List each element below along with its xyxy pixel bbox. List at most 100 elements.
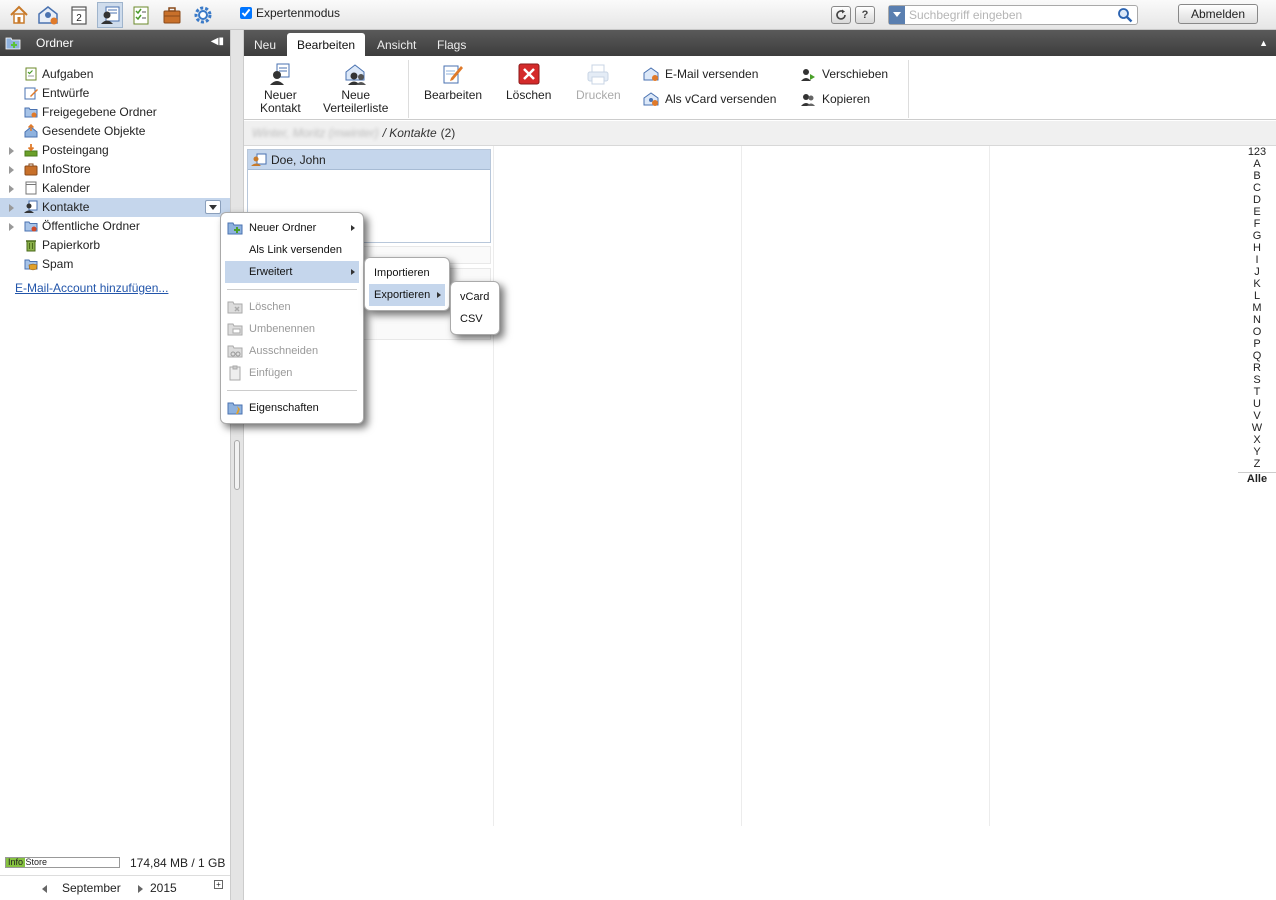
splitter-grip[interactable]	[234, 440, 240, 490]
expand-calendar-icon[interactable]: +	[214, 880, 223, 889]
folder-aufgaben[interactable]: Aufgaben	[0, 65, 230, 84]
expert-mode-checkbox[interactable]	[240, 7, 252, 19]
menu-paste[interactable]: Einfügen	[225, 362, 359, 384]
alpha-b[interactable]: B	[1238, 170, 1276, 182]
search-icon[interactable]	[1117, 7, 1133, 23]
mini-calendar-month[interactable]: September	[62, 881, 121, 895]
add-email-account-link[interactable]: E-Mail-Account hinzufügen...	[15, 281, 168, 295]
new-distribution-list-button[interactable]: Neue Verteilerliste	[323, 62, 388, 115]
alpha-all[interactable]: Alle	[1238, 472, 1276, 485]
mail-icon[interactable]	[35, 2, 61, 28]
move-button[interactable]: Verschieben	[800, 66, 888, 82]
send-email-button[interactable]: E-Mail versenden	[643, 66, 758, 82]
folder-entwuerfe[interactable]: Entwürfe	[0, 84, 230, 103]
calendar-icon[interactable]: 2	[66, 2, 92, 28]
alpha-o[interactable]: O	[1238, 326, 1276, 338]
tasks-icon[interactable]	[128, 2, 154, 28]
calendar-day-number: 2	[76, 13, 82, 24]
alpha-z[interactable]: Z	[1238, 458, 1276, 470]
menu-export-vcard[interactable]: vCard	[455, 286, 495, 308]
send-vcard-button[interactable]: Als vCard versenden	[643, 91, 776, 107]
new-folder-icon[interactable]	[5, 35, 21, 50]
menu-cut[interactable]: Ausschneiden	[225, 340, 359, 362]
alpha-e[interactable]: E	[1238, 206, 1276, 218]
folder-kontakte[interactable]: Kontakte	[0, 198, 230, 217]
tab-neu[interactable]: Neu	[244, 33, 286, 56]
collapse-sidebar-icon[interactable]: ◀▮	[211, 36, 224, 47]
alpha-w[interactable]: W	[1238, 422, 1276, 434]
menu-advanced[interactable]: Erweitert	[225, 261, 359, 283]
alpha-h[interactable]: H	[1238, 242, 1276, 254]
refresh-button[interactable]	[831, 6, 851, 24]
search-input[interactable]	[905, 8, 1117, 22]
folder-spam[interactable]: Spam	[0, 255, 230, 274]
folder-options-dropdown[interactable]	[205, 200, 221, 214]
folder-infostore[interactable]: InfoStore	[0, 160, 230, 179]
alpha-n[interactable]: N	[1238, 314, 1276, 326]
mini-calendar-year[interactable]: 2015	[150, 881, 177, 895]
alpha-y[interactable]: Y	[1238, 446, 1276, 458]
alpha-a[interactable]: A	[1238, 158, 1276, 170]
alpha-f[interactable]: F	[1238, 218, 1276, 230]
alpha-i[interactable]: I	[1238, 254, 1276, 266]
settings-icon[interactable]	[190, 2, 216, 28]
alpha-j[interactable]: J	[1238, 266, 1276, 278]
collapse-ribbon-icon[interactable]: ▲	[1259, 38, 1268, 48]
folder-posteingang[interactable]: Posteingang	[0, 141, 230, 160]
folder-oeffentliche-ordner[interactable]: Öffentliche Ordner	[0, 217, 230, 236]
folder-freigegebene-ordner[interactable]: Freigegebene Ordner	[0, 103, 230, 122]
logout-button[interactable]: Abmelden	[1178, 4, 1258, 24]
alpha-p[interactable]: P	[1238, 338, 1276, 350]
help-button[interactable]: ?	[855, 6, 875, 24]
alpha-t[interactable]: T	[1238, 386, 1276, 398]
menu-rename[interactable]: Umbenennen	[225, 318, 359, 340]
inbox-icon	[24, 144, 38, 157]
expand-arrow-icon[interactable]	[9, 146, 15, 155]
contact-card-header[interactable]: Doe, John	[248, 150, 490, 170]
expand-arrow-icon[interactable]	[9, 203, 15, 212]
menu-properties[interactable]: Eigenschaften	[225, 397, 359, 419]
copy-button[interactable]: Kopieren	[800, 91, 870, 107]
menu-export-csv[interactable]: CSV	[455, 308, 495, 330]
expert-mode-toggle[interactable]: Expertenmodus	[240, 6, 340, 20]
alpha-q[interactable]: Q	[1238, 350, 1276, 362]
next-month-icon[interactable]	[138, 885, 143, 893]
alpha-v[interactable]: V	[1238, 410, 1276, 422]
folder-papierkorb[interactable]: Papierkorb	[0, 236, 230, 255]
folder-kalender[interactable]: Kalender	[0, 179, 230, 198]
expand-arrow-icon[interactable]	[9, 184, 15, 193]
delete-button[interactable]: Löschen	[506, 62, 551, 102]
edit-button[interactable]: Bearbeiten	[424, 62, 482, 102]
menu-export[interactable]: Exportieren	[369, 284, 445, 306]
new-contact-button[interactable]: Neuer Kontakt	[260, 62, 301, 115]
contacts-icon[interactable]	[97, 2, 123, 28]
breadcrumb-user[interactable]: Winter, Moritz (mwinter)	[252, 126, 379, 140]
alpha-d[interactable]: D	[1238, 194, 1276, 206]
tab-bearbeiten[interactable]: Bearbeiten	[287, 33, 366, 56]
menu-import[interactable]: Importieren	[369, 262, 445, 284]
expand-arrow-icon[interactable]	[9, 222, 15, 231]
alpha-k[interactable]: K	[1238, 278, 1276, 290]
alpha-m[interactable]: M	[1238, 302, 1276, 314]
home-icon[interactable]	[6, 2, 32, 28]
menu-send-link[interactable]: Als Link versenden	[225, 239, 359, 261]
infostore-icon[interactable]	[159, 2, 185, 28]
alpha-u[interactable]: U	[1238, 398, 1276, 410]
previous-month-icon[interactable]	[42, 885, 47, 893]
alpha-s[interactable]: S	[1238, 374, 1276, 386]
tab-ansicht[interactable]: Ansicht	[367, 33, 426, 56]
alpha-x[interactable]: X	[1238, 434, 1276, 446]
alpha-123[interactable]: 123	[1238, 146, 1276, 158]
folder-gesendete-objekte[interactable]: Gesendete Objekte	[0, 122, 230, 141]
alpha-r[interactable]: R	[1238, 362, 1276, 374]
search-scope-dropdown[interactable]	[889, 6, 905, 24]
menu-delete[interactable]: Löschen	[225, 296, 359, 318]
alpha-g[interactable]: G	[1238, 230, 1276, 242]
alpha-c[interactable]: C	[1238, 182, 1276, 194]
menu-new-folder[interactable]: Neuer Ordner	[225, 217, 359, 239]
sidebar-splitter[interactable]	[230, 30, 244, 900]
tab-flags[interactable]: Flags	[427, 33, 476, 56]
expand-arrow-icon[interactable]	[9, 165, 15, 174]
print-button[interactable]: Drucken	[576, 62, 621, 102]
alpha-l[interactable]: L	[1238, 290, 1276, 302]
